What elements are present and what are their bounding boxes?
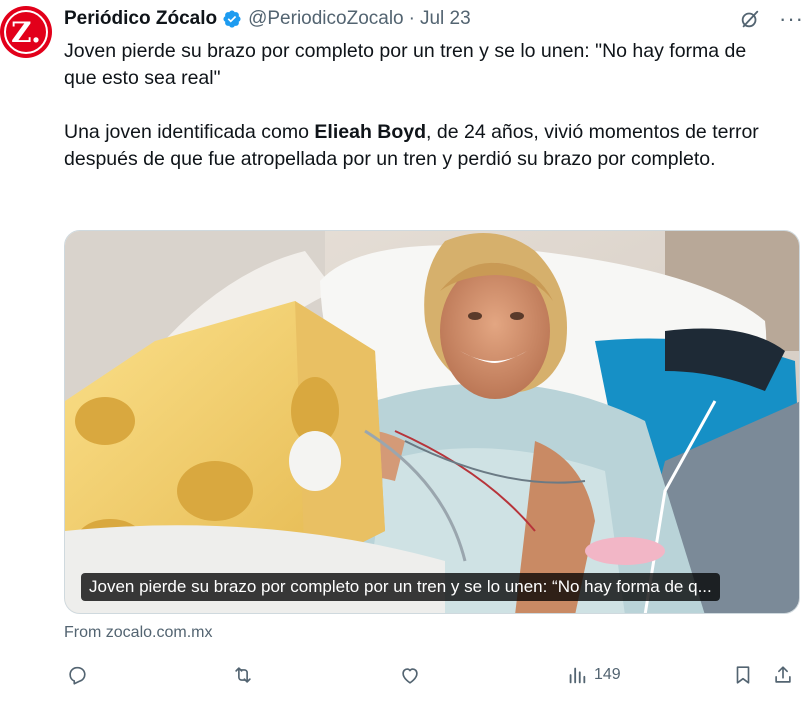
tweet-headline: Joven pierde su brazo por completo por u…: [64, 40, 747, 89]
link-card-caption: Joven pierde su brazo por completo por u…: [81, 573, 720, 601]
avatar[interactable]: Z.: [0, 6, 52, 58]
tweet-header: Periódico Zócalo @PeriodicoZocalo · Jul …: [64, 0, 804, 38]
more-icon[interactable]: ···: [779, 8, 804, 30]
share-button[interactable]: [772, 664, 794, 686]
tweet-body-start: Una joven identificada como: [64, 121, 315, 143]
tweet-body-name: Elieah Boyd: [314, 121, 427, 143]
retweet-button[interactable]: [232, 664, 254, 686]
hospital-photo: [65, 231, 799, 613]
tweet-text: Joven pierde su brazo por completo por u…: [64, 38, 784, 173]
views-count: 149: [594, 666, 621, 683]
author-name[interactable]: Periódico Zócalo: [64, 8, 217, 30]
grok-icon[interactable]: [739, 8, 761, 30]
like-button[interactable]: [399, 664, 421, 686]
tweet-date[interactable]: Jul 23: [420, 8, 471, 30]
like-icon: [402, 668, 418, 684]
verified-badge-icon: [223, 10, 241, 28]
reply-button[interactable]: [66, 664, 88, 686]
views-icon: [569, 667, 586, 684]
header-actions: ···: [739, 8, 804, 30]
link-card-image[interactable]: Joven pierde su brazo por completo por u…: [64, 230, 800, 614]
views-button[interactable]: 149: [566, 664, 621, 686]
tweet-body: Una joven identificada como Elieah Boyd,…: [64, 119, 784, 173]
bookmark-button[interactable]: [732, 664, 754, 686]
separator-dot: ·: [408, 8, 415, 29]
retweet-icon: [235, 667, 251, 683]
reply-icon: [69, 666, 86, 685]
link-source[interactable]: From zocalo.com.mx: [64, 624, 212, 642]
tweet-content: Periódico Zócalo @PeriodicoZocalo · Jul …: [64, 0, 804, 173]
share-icon: [775, 666, 791, 683]
bookmark-icon: [736, 666, 750, 684]
avatar-logo: Z.: [4, 10, 48, 54]
author-handle[interactable]: @PeriodicoZocalo: [248, 8, 404, 30]
tweet-actions: 149: [64, 664, 804, 692]
